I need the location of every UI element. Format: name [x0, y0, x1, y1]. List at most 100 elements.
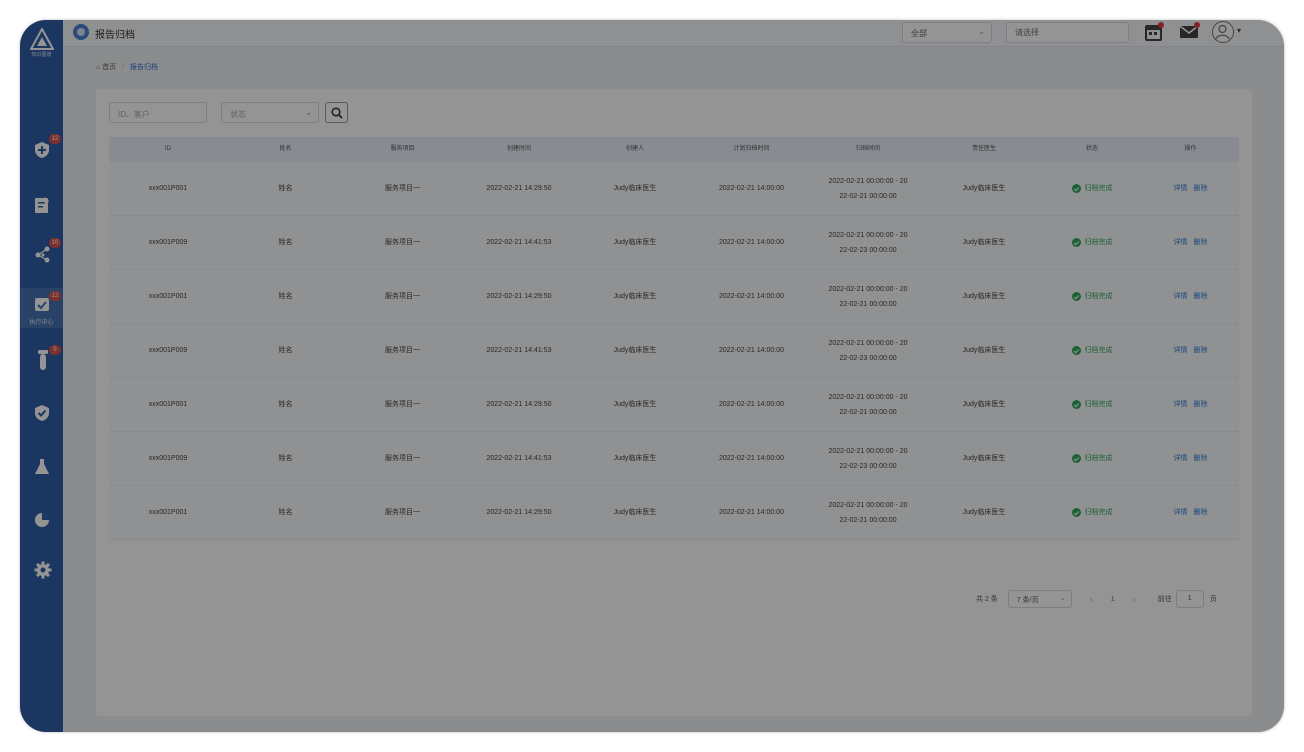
flask-icon [35, 459, 49, 474]
status-text: 归档完成 [1084, 455, 1113, 462]
cell-status: 归档完成 [1042, 486, 1142, 539]
pagination: 共 2 条 7 条/页 ⌄ ‹ 1 › 前往 1 页 [976, 589, 1217, 609]
detail-link[interactable]: 详情 [1174, 181, 1188, 196]
column-header[interactable]: ID [109, 137, 227, 162]
avatar[interactable] [1212, 21, 1234, 43]
sidebar-item-shield-plus[interactable]: 12 [20, 131, 63, 171]
home-icon[interactable]: ⌂ [96, 64, 100, 71]
delete-link[interactable]: 删除 [1194, 397, 1208, 412]
calendar-check-icon [35, 298, 49, 311]
column-header[interactable]: 服务项目 [344, 137, 461, 162]
cell-id: xxx001P001 [148, 401, 188, 408]
shield-check-icon [35, 405, 49, 421]
status-badge: 归档完成 [1071, 181, 1113, 196]
archive-time-start: 2022-02-21 00:00:00 - 20 [828, 501, 908, 509]
sidebar-item-share-network[interactable]: 10 [20, 235, 63, 275]
sidebar-item-shield-check[interactable] [20, 394, 63, 434]
calendar-notice-button[interactable] [1145, 22, 1164, 46]
cell-created: 2022-02-21 14:29:50 [486, 185, 552, 192]
message-button[interactable] [1179, 22, 1200, 44]
check-circle-icon [1071, 292, 1081, 301]
detail-link[interactable]: 详情 [1174, 451, 1188, 466]
pie-chart-icon [35, 513, 49, 527]
archive-time-start: 2022-02-21 00:00:00 - 20 [828, 393, 908, 401]
column-header[interactable]: 计划归档时间 [693, 137, 810, 162]
user-menu-chevron[interactable]: ▾ [1237, 26, 1241, 35]
nav-badge: 12 [49, 291, 61, 301]
sidebar-item-flask[interactable] [20, 448, 63, 488]
archive-time-end: 22-02-23 00:00:00 [839, 354, 897, 362]
content-card: ID、客户 状态 ⌄ ID 姓名 服务项目 创建时间 创建人 计划归档时间 归档… [96, 89, 1252, 716]
cell-service: 服务项目一 [385, 347, 420, 354]
cell-creator: Judy临床医生 [613, 347, 657, 354]
cell-service: 服务项目一 [385, 185, 420, 192]
column-header[interactable]: 归档时间 [810, 137, 926, 162]
cell-archive-time: 2022-02-21 00:00:00 - 20 22-02-21 00:00:… [810, 162, 926, 215]
cell-id: xxx001P001 [148, 293, 188, 300]
cell-doctor: Judy临床医生 [962, 509, 1006, 516]
breadcrumb-home[interactable]: 首页 [102, 64, 116, 71]
test-tube-icon [38, 350, 48, 370]
detail-link[interactable]: 详情 [1174, 505, 1188, 520]
cell-id: xxx001P001 [148, 185, 188, 192]
cell-creator: Judy临床医生 [613, 185, 657, 192]
goto-page-input[interactable]: 1 [1175, 590, 1204, 608]
check-circle-icon [1071, 184, 1081, 193]
delete-link[interactable]: 删除 [1194, 451, 1208, 466]
status-badge: 归档完成 [1071, 289, 1113, 304]
cell-name: 姓名 [278, 293, 293, 300]
table-row: xxx001P009 姓名 服务项目一 2022-02-21 14:41:53 … [109, 324, 1239, 378]
sidebar-item-calendar-check[interactable]: 12 执行中心 [20, 288, 63, 328]
cell-planned: 2022-02-21 14:00:00 [719, 509, 784, 516]
cell-doctor: Judy临床医生 [962, 293, 1006, 300]
delete-link[interactable]: 删除 [1194, 235, 1208, 250]
check-circle-icon [1071, 238, 1081, 247]
archive-time-end: 22-02-21 00:00:00 [839, 516, 897, 524]
column-header[interactable]: 姓名 [227, 137, 344, 162]
detail-link[interactable]: 详情 [1174, 235, 1188, 250]
cell-doctor: Judy临床医生 [962, 239, 1006, 246]
delete-link[interactable]: 删除 [1194, 181, 1208, 196]
column-header[interactable]: 责任医生 [926, 137, 1042, 162]
sidebar-item-settings[interactable] [20, 551, 63, 591]
cell-archive-time: 2022-02-21 00:00:00 - 20 22-02-23 00:00:… [810, 216, 926, 269]
page-number[interactable]: 1 [1111, 596, 1115, 603]
cell-archive-time: 2022-02-21 00:00:00 - 20 22-02-23 00:00:… [810, 324, 926, 377]
notification-dot [1158, 22, 1164, 28]
cell-doctor: Judy临床医生 [962, 185, 1006, 192]
detail-link[interactable]: 详情 [1174, 343, 1188, 358]
cell-name: 姓名 [278, 401, 293, 408]
detail-link[interactable]: 详情 [1174, 397, 1188, 412]
chevron-down-icon: ⌄ [978, 27, 985, 36]
notification-dot [1194, 22, 1200, 28]
search-button[interactable] [325, 102, 348, 123]
delete-link[interactable]: 删除 [1194, 505, 1208, 520]
cell-id: xxx001P009 [148, 347, 188, 354]
cell-created: 2022-02-21 14:29:50 [486, 401, 552, 408]
prev-page-button[interactable]: ‹ [1090, 594, 1093, 604]
detail-link[interactable]: 详情 [1174, 289, 1188, 304]
column-header[interactable]: 创建人 [577, 137, 693, 162]
column-header[interactable]: 状态 [1042, 137, 1142, 162]
sidebar-item-pie-chart[interactable] [20, 502, 63, 542]
logo-text: 知识图谱 [31, 52, 52, 58]
share-network-icon [35, 246, 50, 263]
delete-link[interactable]: 删除 [1194, 289, 1208, 304]
nav-badge: 12 [49, 134, 61, 144]
delete-link[interactable]: 删除 [1194, 343, 1208, 358]
gear-icon [34, 561, 52, 579]
archive-time-start: 2022-02-21 00:00:00 - 20 [828, 231, 908, 239]
scope-select[interactable]: 全部 ⌄ [902, 22, 992, 43]
goto-unit: 页 [1209, 596, 1217, 603]
top-search-input[interactable] [1006, 22, 1129, 43]
sidebar-item-test-tube[interactable]: 9 [20, 342, 63, 382]
next-page-button[interactable]: › [1133, 594, 1136, 604]
column-header: 操作 [1184, 146, 1197, 152]
check-circle-icon [1071, 400, 1081, 409]
column-header[interactable]: 创建时间 [461, 137, 577, 162]
keyword-input[interactable]: ID、客户 [109, 102, 207, 123]
sidebar-item-notepad[interactable] [20, 186, 63, 226]
page-size-select[interactable]: 7 条/页 ⌄ [1007, 590, 1072, 608]
status-select[interactable]: 状态 ⌄ [221, 102, 319, 123]
goto-label: 前往 [1157, 596, 1172, 603]
